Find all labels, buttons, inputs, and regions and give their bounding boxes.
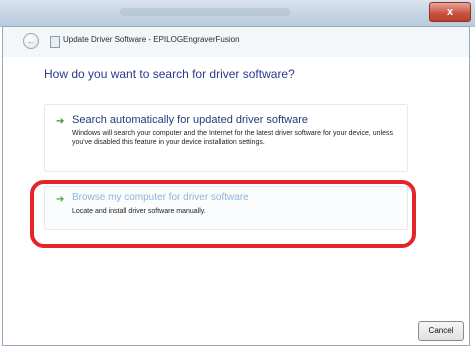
page-heading: How do you want to search for driver sof… bbox=[44, 67, 295, 81]
option-title: Search automatically for updated driver … bbox=[72, 114, 309, 126]
window-title-blurred bbox=[120, 8, 290, 16]
option-description: Windows will search your computer and th… bbox=[72, 130, 393, 146]
search-automatically-option[interactable]: ➔ Search automatically for updated drive… bbox=[44, 104, 408, 172]
green-arrow-icon: ➔ bbox=[56, 116, 65, 127]
cancel-button[interactable]: Cancel bbox=[418, 321, 464, 341]
highlight-annotation bbox=[30, 180, 416, 248]
driver-icon bbox=[50, 36, 60, 48]
back-arrow-icon[interactable]: ← bbox=[23, 33, 39, 49]
window-titlebar: x bbox=[0, 0, 475, 27]
dialog-navbar: ← Update Driver Software - EPILOGEngrave… bbox=[3, 27, 469, 57]
close-button[interactable]: x bbox=[429, 2, 471, 22]
dialog-title: Update Driver Software - EPILOGEngraverF… bbox=[63, 35, 240, 44]
